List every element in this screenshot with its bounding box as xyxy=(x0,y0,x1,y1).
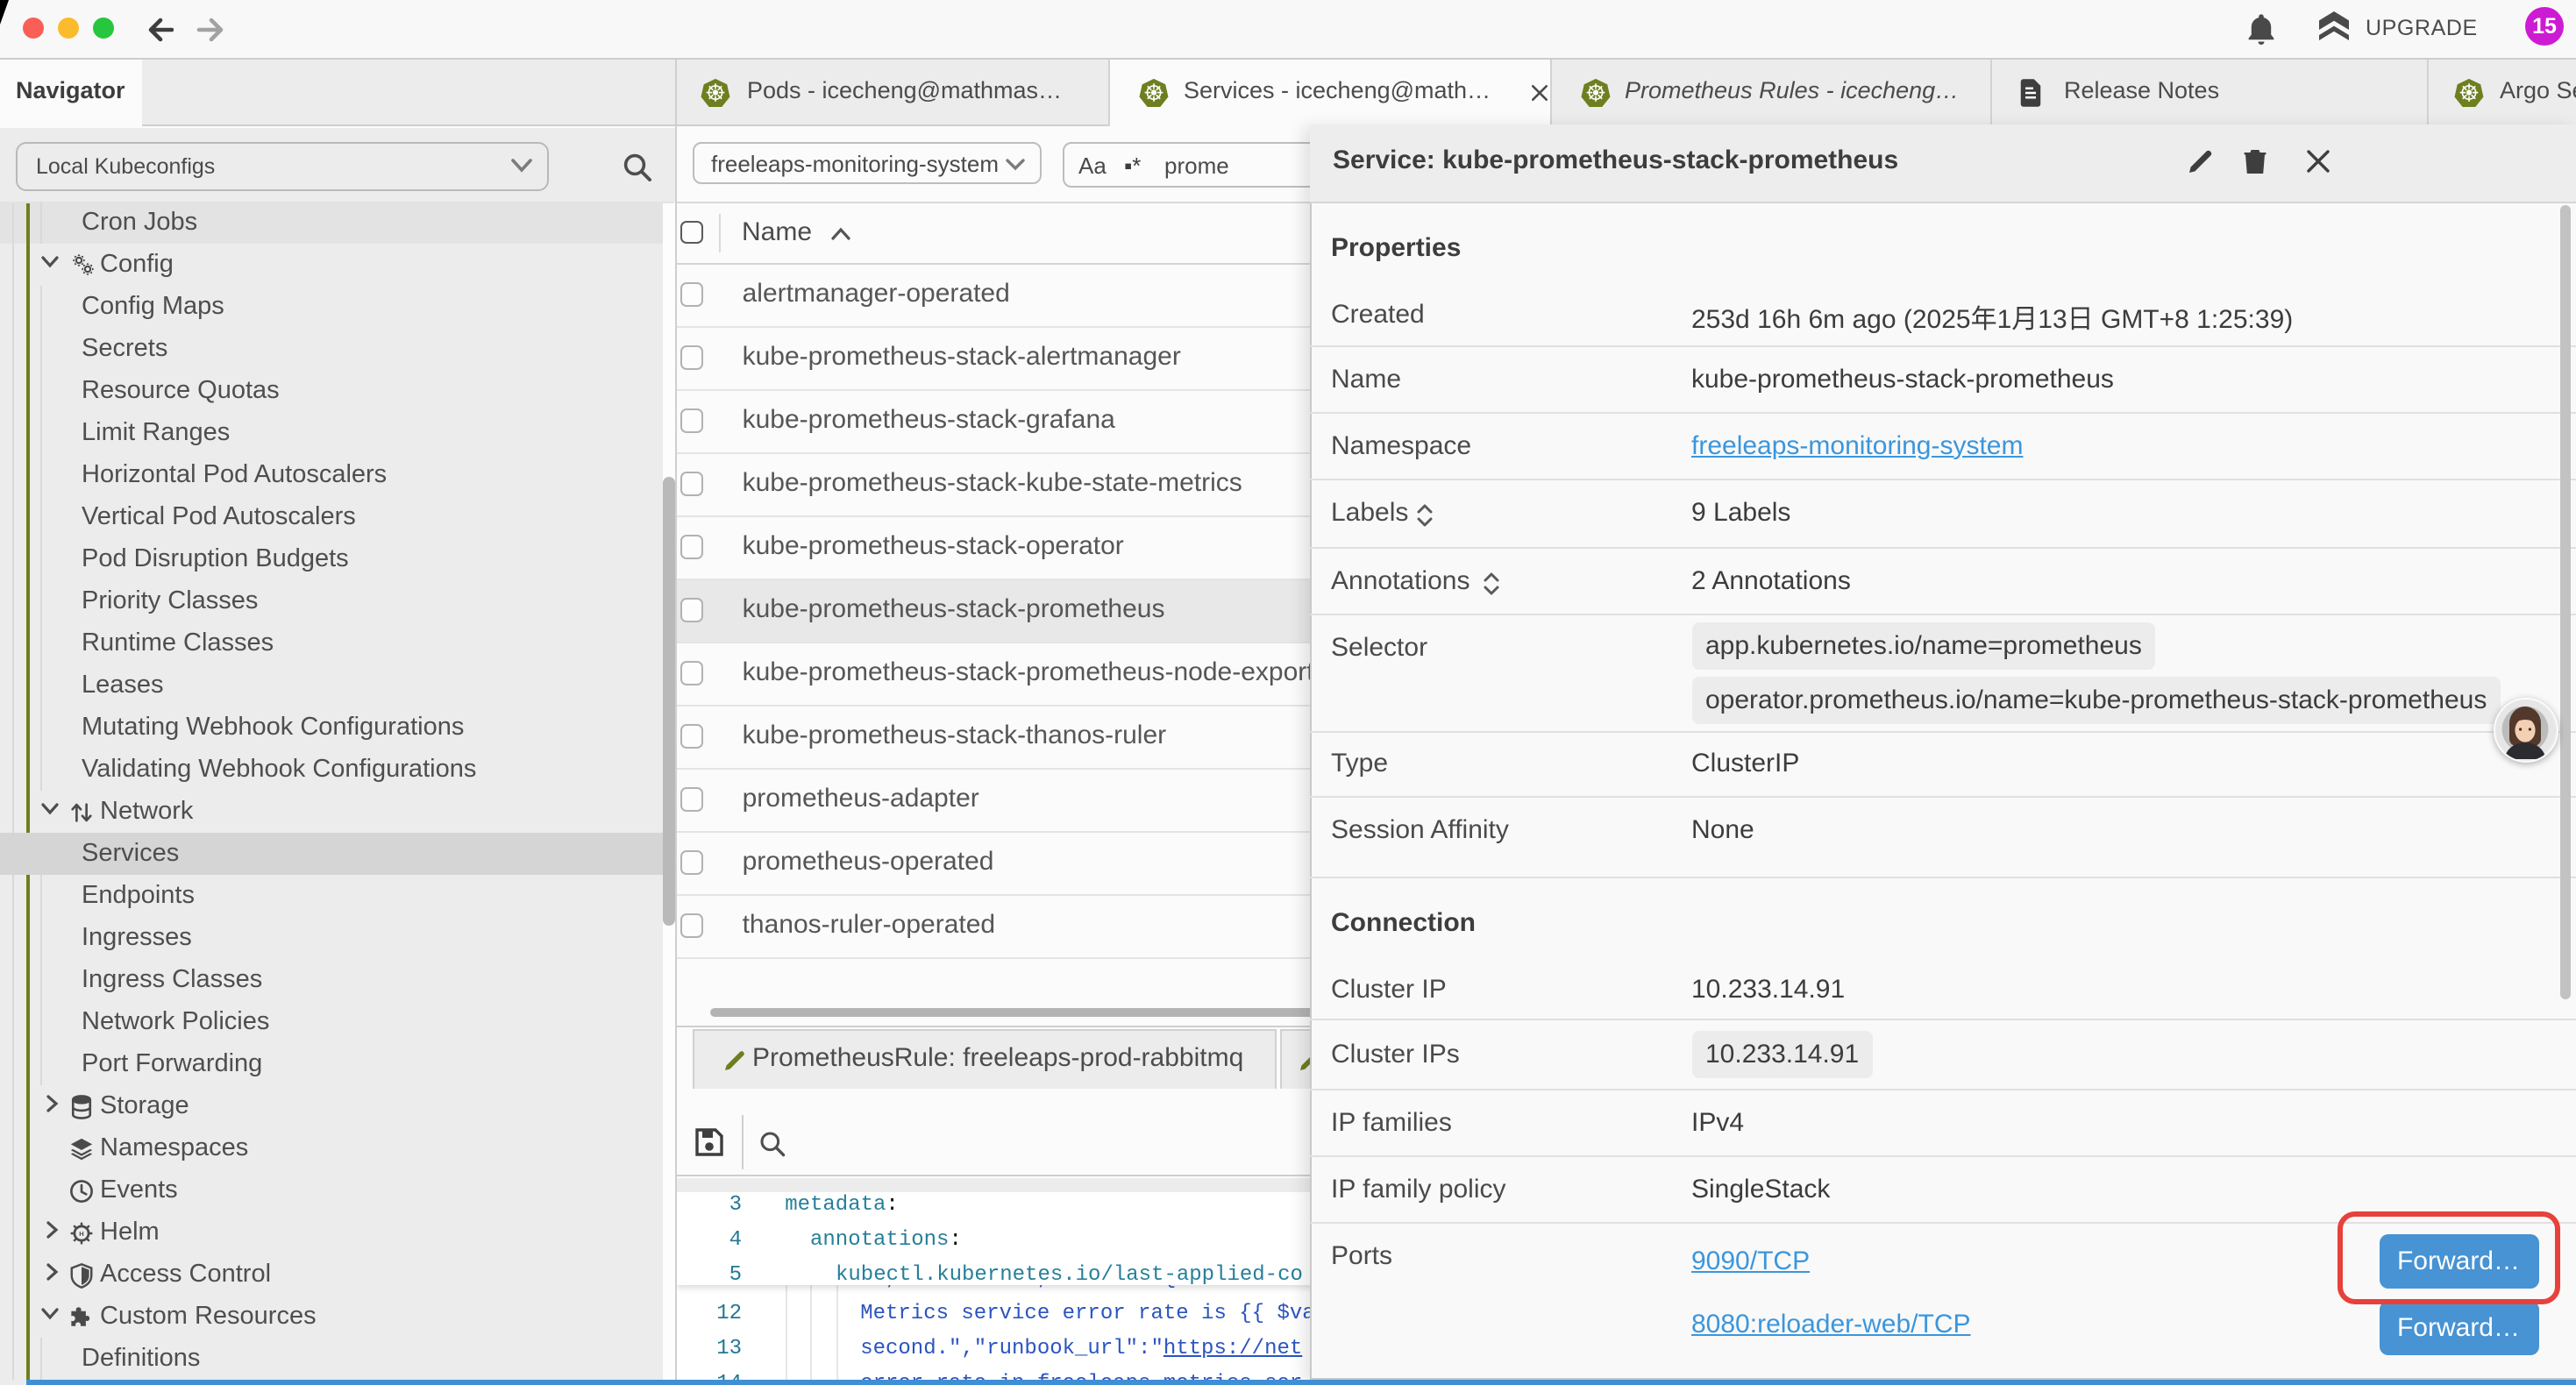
svg-text:H: H xyxy=(79,1230,83,1238)
